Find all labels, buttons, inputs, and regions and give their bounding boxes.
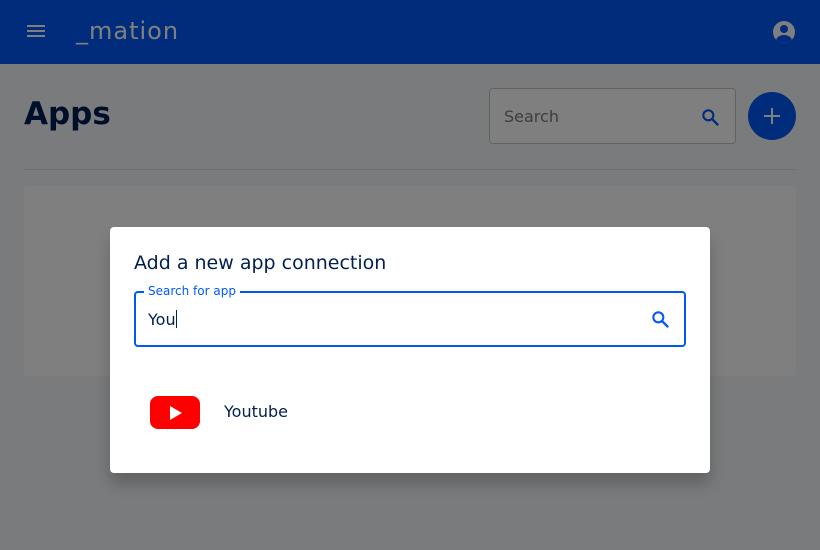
app-result-label: Youtube	[224, 402, 288, 421]
add-app-connection-dialog: Add a new app connection Search for app …	[110, 227, 710, 473]
youtube-logo-icon	[150, 396, 200, 429]
dialog-title: Add a new app connection	[134, 252, 387, 274]
app-search-label: Search for app	[144, 284, 240, 298]
app-search-value[interactable]: You	[148, 310, 177, 329]
app-search-input[interactable]: Search for app You	[134, 284, 686, 347]
search-icon[interactable]	[650, 309, 670, 329]
text-caret	[175, 310, 177, 328]
app-result-youtube[interactable]: Youtube	[126, 377, 694, 447]
